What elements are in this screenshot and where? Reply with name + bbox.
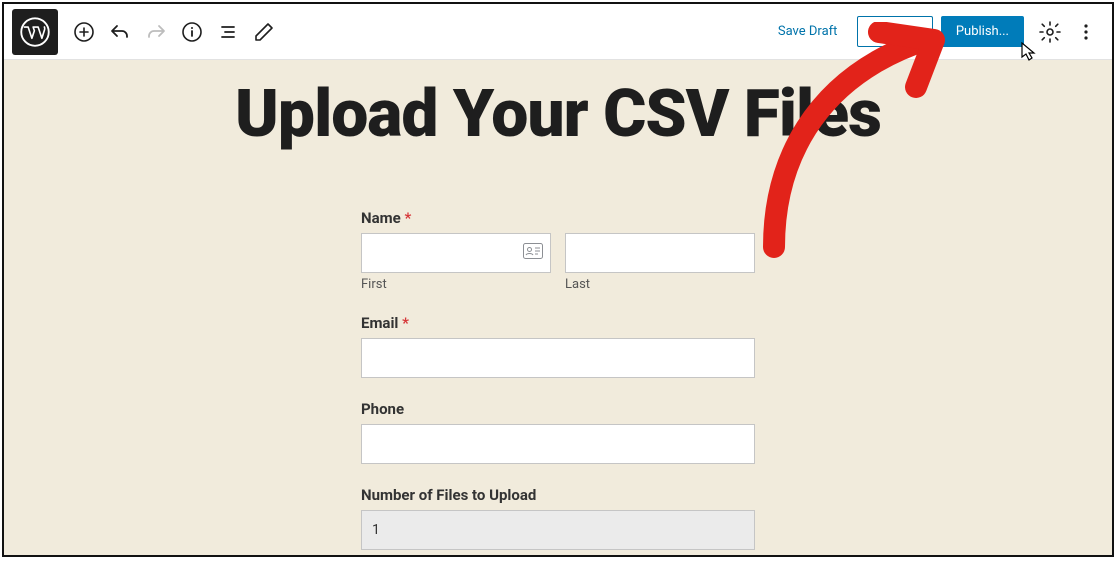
- email-label: Email *: [361, 314, 755, 332]
- field-numfiles: Number of Files to Upload: [361, 486, 755, 550]
- last-name-input[interactable]: [565, 233, 755, 273]
- plus-circle-icon: [72, 20, 96, 44]
- wordpress-icon: [20, 17, 50, 47]
- editor-toolbar: Save Draft Preview Publish...: [4, 4, 1112, 60]
- wordpress-logo[interactable]: [12, 9, 58, 55]
- preview-button[interactable]: Preview: [857, 16, 932, 47]
- phone-label: Phone: [361, 400, 755, 418]
- form-block: Name * First Last: [361, 209, 755, 550]
- save-draft-button[interactable]: Save Draft: [766, 16, 850, 47]
- edit-button[interactable]: [246, 14, 282, 50]
- required-mark: *: [404, 209, 411, 227]
- undo-icon: [108, 20, 132, 44]
- phone-input[interactable]: [361, 424, 755, 464]
- add-block-button[interactable]: [66, 14, 102, 50]
- name-label: Name *: [361, 209, 755, 227]
- gear-icon: [1038, 20, 1062, 44]
- field-email: Email *: [361, 314, 755, 378]
- numfiles-input[interactable]: [361, 510, 755, 550]
- numfiles-label: Number of Files to Upload: [361, 486, 755, 504]
- email-input[interactable]: [361, 338, 755, 378]
- info-icon: [180, 20, 204, 44]
- field-name: Name * First Last: [361, 209, 755, 292]
- editor-canvas: Upload Your CSV Files Name * First: [4, 60, 1112, 555]
- redo-icon: [144, 20, 168, 44]
- publish-button[interactable]: Publish...: [941, 16, 1024, 47]
- outline-button[interactable]: [210, 14, 246, 50]
- first-sublabel: First: [361, 277, 551, 292]
- pencil-icon: [252, 20, 276, 44]
- mouse-cursor-icon: [1020, 42, 1038, 64]
- required-mark: *: [402, 314, 409, 332]
- field-phone: Phone: [361, 400, 755, 464]
- more-options-button[interactable]: [1068, 14, 1104, 50]
- list-icon: [216, 20, 240, 44]
- info-button[interactable]: [174, 14, 210, 50]
- undo-button[interactable]: [102, 14, 138, 50]
- redo-button[interactable]: [138, 14, 174, 50]
- contact-card-icon: [523, 243, 543, 263]
- last-sublabel: Last: [565, 277, 755, 292]
- more-vertical-icon: [1074, 20, 1098, 44]
- page-title[interactable]: Upload Your CSV Files: [4, 76, 1112, 153]
